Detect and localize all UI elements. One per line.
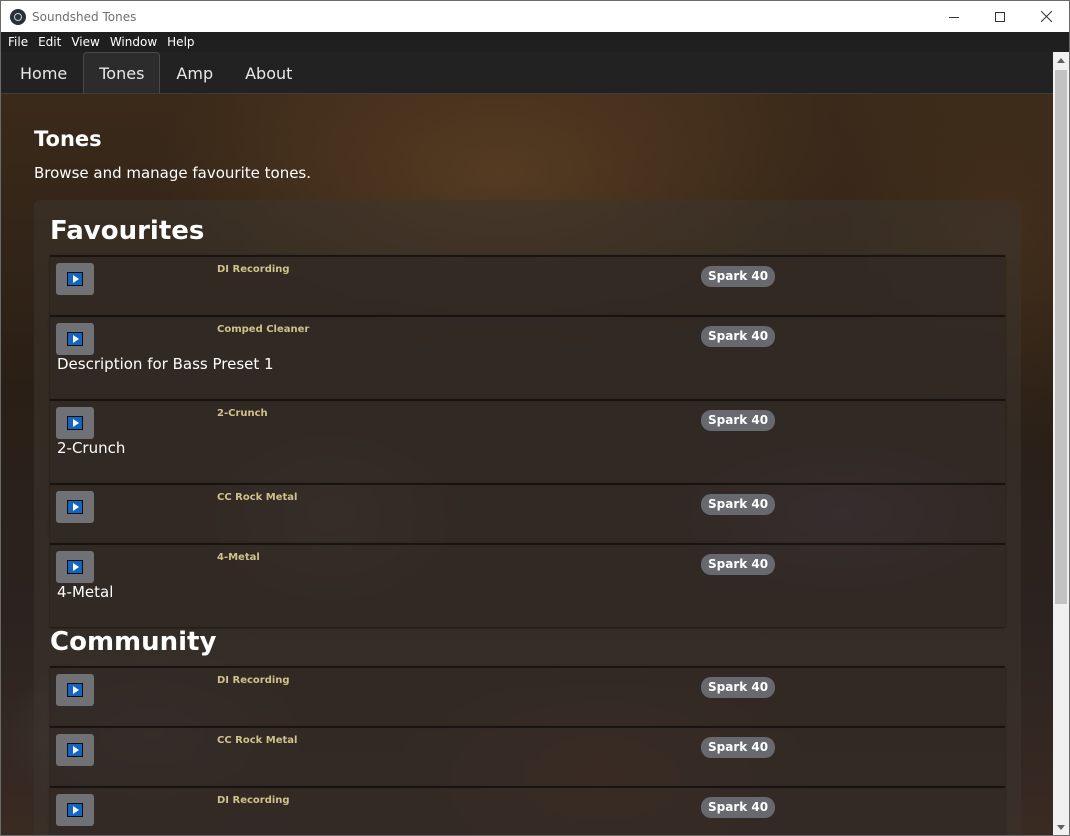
play-icon: [67, 416, 83, 430]
tone-name: 2-Crunch: [217, 408, 268, 419]
close-icon: [1040, 11, 1052, 22]
tone-name: DI Recording: [217, 264, 290, 275]
tone-row[interactable]: CC Rock Metal Spark 40: [50, 483, 1005, 543]
play-icon: [67, 272, 83, 286]
tone-name: Comped Cleaner: [217, 324, 310, 335]
tone-row[interactable]: 2-Crunch Spark 40 2-Crunch: [50, 399, 1005, 483]
tone-name: CC Rock Metal: [217, 735, 298, 746]
tone-row[interactable]: CC Rock Metal Spark 40: [50, 726, 1005, 786]
maximize-icon: [995, 11, 1005, 22]
menu-bar: File Edit View Window Help: [1, 32, 1069, 52]
device-badge: Spark 40: [701, 554, 776, 575]
tone-name: CC Rock Metal: [217, 492, 298, 503]
nav-tabs: Home Tones Amp About: [1, 52, 1053, 94]
tone-description: 2-Crunch: [57, 439, 126, 457]
play-button[interactable]: [56, 407, 94, 439]
tone-name: DI Recording: [217, 795, 290, 806]
favourites-heading: Favourites: [50, 216, 205, 246]
menu-window[interactable]: Window: [105, 32, 162, 52]
menu-file[interactable]: File: [3, 32, 33, 52]
device-badge: Spark 40: [701, 677, 776, 698]
app-logo-icon: [10, 8, 26, 25]
play-icon: [67, 500, 83, 514]
window-title: Soundshed Tones: [32, 9, 137, 24]
title-bar: Soundshed Tones: [1, 1, 1069, 32]
community-list: DI Recording Spark 40 CC Rock Metal Spar…: [50, 666, 1005, 835]
tab-home[interactable]: Home: [4, 52, 83, 93]
menu-view[interactable]: View: [66, 32, 104, 52]
app-window: Soundshed Tones File Edit View Window He…: [0, 0, 1070, 836]
tone-name: 4-Metal: [217, 552, 260, 563]
scroll-up-arrow-icon[interactable]: [1053, 52, 1069, 69]
device-badge: Spark 40: [701, 494, 776, 515]
minimize-button[interactable]: [931, 1, 977, 32]
play-button[interactable]: [56, 674, 94, 706]
menu-help[interactable]: Help: [162, 32, 199, 52]
device-badge: Spark 40: [701, 266, 776, 287]
play-button[interactable]: [56, 263, 94, 295]
tone-row[interactable]: DI Recording Spark 40: [50, 255, 1005, 315]
play-button[interactable]: [56, 491, 94, 523]
tone-row[interactable]: DI Recording Spark 40: [50, 786, 1005, 835]
minimize-icon: [949, 16, 959, 18]
tone-row[interactable]: 4-Metal Spark 40 4-Metal: [50, 543, 1005, 627]
favourites-list: DI Recording Spark 40 Comped Cleaner Spa…: [50, 255, 1005, 627]
tone-row[interactable]: DI Recording Spark 40: [50, 666, 1005, 726]
play-button[interactable]: [56, 551, 94, 583]
play-icon: [67, 803, 83, 817]
play-icon: [67, 743, 83, 757]
tab-tones[interactable]: Tones: [83, 52, 161, 93]
community-heading: Community: [50, 627, 217, 657]
device-badge: Spark 40: [701, 326, 776, 347]
play-button[interactable]: [56, 734, 94, 766]
window-controls: [931, 1, 1069, 32]
tone-description: Description for Bass Preset 1: [57, 355, 274, 373]
page-title: Tones: [34, 127, 102, 151]
page-subtitle: Browse and manage favourite tones.: [34, 164, 312, 182]
device-badge: Spark 40: [701, 410, 776, 431]
tone-name: DI Recording: [217, 675, 290, 686]
scrollbar-thumb[interactable]: [1055, 70, 1067, 604]
tab-amp[interactable]: Amp: [160, 52, 229, 93]
close-button[interactable]: [1023, 1, 1069, 32]
vertical-scrollbar[interactable]: [1053, 52, 1069, 835]
scroll-down-arrow-icon[interactable]: [1053, 819, 1069, 835]
tab-about[interactable]: About: [229, 52, 308, 93]
device-badge: Spark 40: [701, 737, 776, 758]
play-button[interactable]: [56, 323, 94, 355]
tone-row[interactable]: Comped Cleaner Spark 40 Description for …: [50, 315, 1005, 399]
tones-page: Tones Browse and manage favourite tones.…: [1, 94, 1053, 835]
play-icon: [67, 332, 83, 346]
menu-edit[interactable]: Edit: [33, 32, 66, 52]
play-icon: [67, 560, 83, 574]
device-badge: Spark 40: [701, 797, 776, 818]
maximize-button[interactable]: [977, 1, 1023, 32]
play-icon: [67, 683, 83, 697]
tone-description: 4-Metal: [57, 583, 114, 601]
play-button[interactable]: [56, 794, 94, 826]
